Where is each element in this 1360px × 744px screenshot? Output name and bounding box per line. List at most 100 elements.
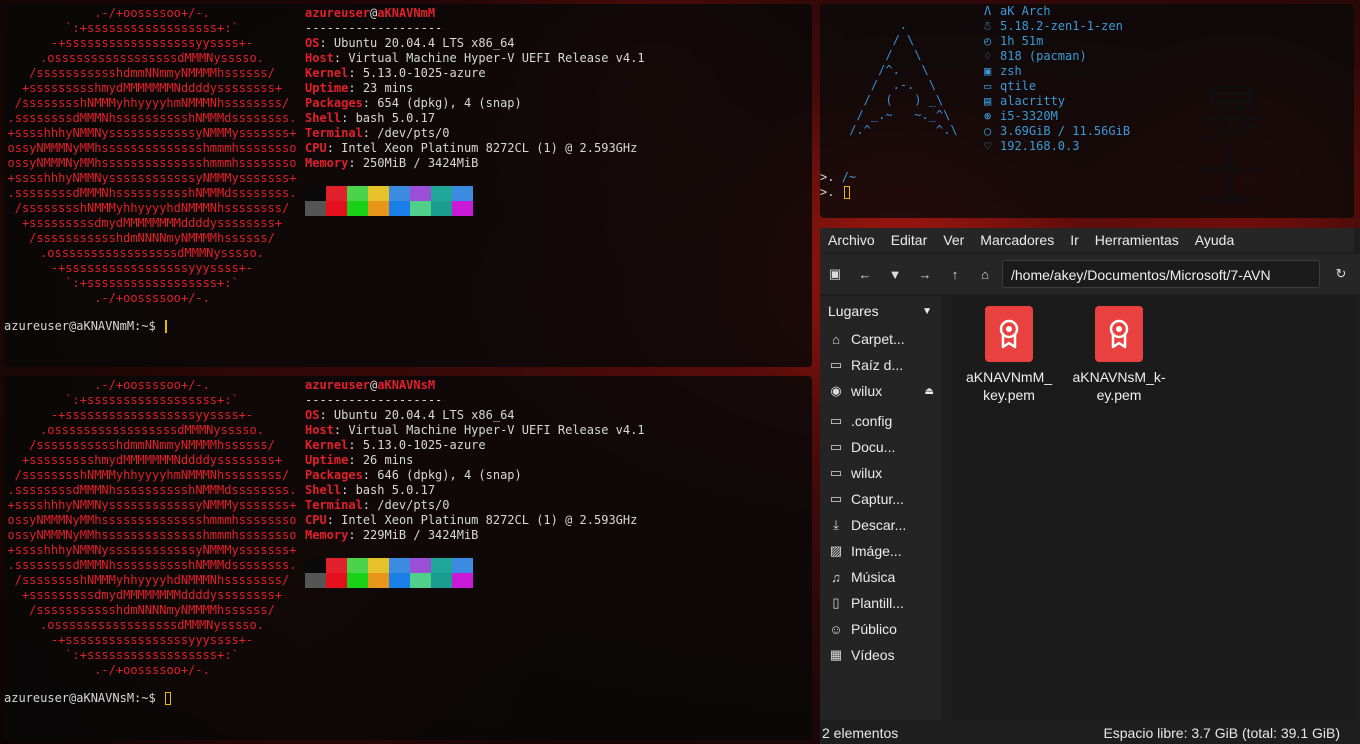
up-icon[interactable]: ↑: [940, 267, 970, 282]
history-dropdown-icon[interactable]: ▼: [880, 267, 910, 282]
sidebar-item[interactable]: ▦ Vídeos: [820, 642, 942, 668]
fetch-value: 192.168.0.3: [1000, 139, 1080, 153]
palette-row: [305, 558, 473, 573]
fetch-icon: ▭: [984, 79, 992, 93]
color-swatch: [452, 558, 473, 573]
sidebar-item[interactable]: ▯ Plantill...: [820, 590, 942, 616]
color-swatch: [389, 186, 410, 201]
sidebar-item[interactable]: ◉ wilux ⏏: [820, 378, 942, 404]
terminal-window-3[interactable]: . / \ / \ /^. \ / .-. \ / ( ) _\ / _.~ ~…: [820, 4, 1354, 218]
logo-line: ossyNMMMNyMMhsssssssssssssshmmmhssssssso: [7, 141, 297, 155]
logo-line: +sssshhhyNMMNyssssssssssssyNMMMysssssss+: [7, 543, 297, 557]
new-tab-icon[interactable]: ▣: [820, 266, 850, 282]
fetch-value: 1h 51m: [1000, 34, 1044, 48]
sidebar-item-label: .config: [851, 413, 893, 429]
color-swatch: [368, 573, 389, 588]
sidebar-item[interactable]: ▭ wilux: [820, 460, 942, 486]
places-title: Lugares: [828, 303, 879, 319]
eject-icon[interactable]: ⏏: [925, 386, 934, 397]
sidebar-item[interactable]: ⌂ Carpet...: [820, 326, 942, 352]
logo-line: `:+ssssssssssssssssss+:`: [65, 393, 239, 407]
logo-line: `:+ssssssssssssssssss+:`: [65, 276, 239, 290]
fetch-icon: ▣: [984, 64, 992, 78]
terminal-window-1[interactable]: .-/+oossssoo+/-. `:+ssssssssssssssssss+:`…: [4, 4, 812, 367]
public-icon: ☺: [829, 621, 843, 637]
places-header[interactable]: Lugares ▼: [820, 296, 942, 326]
file-view[interactable]: aKNAVNmM_ key.pem aKNAVNsM_k- ey.pem: [951, 296, 1354, 720]
fetch-row: ⊛ i5-3320M: [984, 109, 1130, 124]
places-sidebar: Lugares ▼ ⌂ Carpet... ▭ Raíz d... ◉ wilux ⏏ ▭ .co…: [820, 296, 942, 720]
info-row: Shell: bash 5.0.17: [305, 483, 645, 498]
info-key: Terminal: [305, 498, 363, 512]
terminal-window-2[interactable]: .-/+oossssoo+/-. `:+ssssssssssssssssss+:`…: [4, 376, 812, 740]
sidebar-item-label: Vídeos: [851, 647, 895, 663]
certificate-icon: [1095, 306, 1143, 362]
logo-line: .osssssssssssssssssdMMMNysssso.: [40, 423, 264, 437]
sidebar-item-label: Carpet...: [851, 331, 905, 347]
logo-line: /sssssssshNMMMyhhyyyyhmNMMMNhssssssss/: [14, 468, 290, 482]
sidebar-item[interactable]: ♫ Música: [820, 564, 942, 590]
info-row: OS: Ubuntu 20.04.4 LTS x86_64: [305, 408, 645, 423]
menu-item-archivo[interactable]: Archivo: [820, 232, 883, 248]
info-key: CPU: [305, 141, 327, 155]
forward-icon[interactable]: →: [910, 267, 940, 282]
color-swatch: [431, 201, 452, 216]
info-colon: :: [348, 528, 363, 542]
sidebar-item[interactable]: ▭ Docu...: [820, 434, 942, 460]
logo-line: / ( ) _\: [842, 93, 944, 107]
shell-prompt[interactable]: azureuser@aKNAVNsM:~$: [4, 691, 171, 706]
logo-line: .ssssssssdMMMNhsssssssssshNMMMdssssssss.: [7, 483, 297, 497]
menu-item-ir[interactable]: Ir: [1062, 232, 1087, 248]
home-icon[interactable]: ⌂: [970, 267, 1000, 282]
logo-line: .: [842, 18, 908, 32]
path-input[interactable]: /home/akey/Documentos/Microsoft/7-AVN: [1002, 260, 1320, 288]
info-colon: :: [333, 423, 349, 437]
shell-prompt[interactable]: azureuser@aKNAVNmM:~$: [4, 319, 167, 334]
color-swatch: [347, 558, 368, 573]
info-colon: :: [326, 513, 342, 527]
shell-prompt[interactable]: >.: [820, 185, 850, 200]
info-colon: :: [348, 81, 363, 95]
back-icon[interactable]: ←: [850, 267, 880, 282]
color-swatch: [452, 573, 473, 588]
prompt-text: azureuser@aKNAVNmM:~$: [4, 319, 163, 333]
color-swatch: [410, 558, 431, 573]
sidebar-item[interactable]: ▭ Raíz d...: [820, 352, 942, 378]
logo-line: / _.~ ~._^\: [842, 108, 951, 122]
sidebar-item[interactable]: ▭ .config: [820, 408, 942, 434]
fetch-value: 3.69GiB / 11.56GiB: [1000, 124, 1131, 138]
sidebar-item[interactable]: ▭ Captur...: [820, 486, 942, 512]
logo-line: /ssssssssssshdmmNNmmyNMMMMhssssss/: [29, 438, 275, 452]
fetch-row: ◴ 1h 51m: [984, 34, 1130, 49]
file-item[interactable]: aKNAVNsM_k- ey.pem: [1069, 306, 1169, 404]
info-colon: :: [348, 156, 363, 170]
logo-line: .ssssssssdMMMNhsssssssssshNMMMdssssssss.: [7, 558, 297, 572]
menu-item-herramientas[interactable]: Herramientas: [1087, 232, 1187, 248]
color-swatch: [368, 558, 389, 573]
fetch-row: ▣ zsh: [984, 64, 1130, 79]
info-key: Memory: [305, 528, 349, 542]
separator: -------------------: [305, 21, 443, 35]
file-item[interactable]: aKNAVNmM_ key.pem: [959, 306, 1059, 404]
info-row: Uptime: 23 mins: [305, 81, 645, 96]
menu-item-marcadores[interactable]: Marcadores: [972, 232, 1062, 248]
fetch-value: 5.18.2-zen1-1-zen: [1000, 19, 1123, 33]
reload-icon[interactable]: ↻: [1326, 266, 1356, 282]
info-value: 654 (dpkg), 4 (snap): [377, 96, 522, 110]
info-key: Terminal: [305, 126, 363, 140]
color-swatch: [431, 573, 452, 588]
menu-item-ver[interactable]: Ver: [935, 232, 972, 248]
info-value: 5.13.0-1025-azure: [362, 66, 486, 80]
sidebar-item[interactable]: ⤓ Descar...: [820, 512, 942, 538]
sidebar-item[interactable]: ▨ Imáge...: [820, 538, 942, 564]
logo-line: .-/+oossssoo+/-.: [94, 378, 210, 392]
logo-line: /sssssssshNMMMyhhyyyyhmNMMMNhssssssss/: [14, 96, 290, 110]
menu-item-ayuda[interactable]: Ayuda: [1187, 232, 1242, 248]
menu-item-editar[interactable]: Editar: [883, 232, 936, 248]
folder-icon: ▭: [829, 465, 843, 480]
sidebar-item[interactable]: ☺ Público: [820, 616, 942, 642]
info-key: Host: [305, 423, 334, 437]
chevron-down-icon[interactable]: ▼: [922, 306, 932, 317]
file-manager-window[interactable]: Archivo Editar Ver Marcadores Ir Herramientas…: [820, 228, 1360, 744]
info-row: OS: Ubuntu 20.04.4 LTS x86_64: [305, 36, 645, 51]
